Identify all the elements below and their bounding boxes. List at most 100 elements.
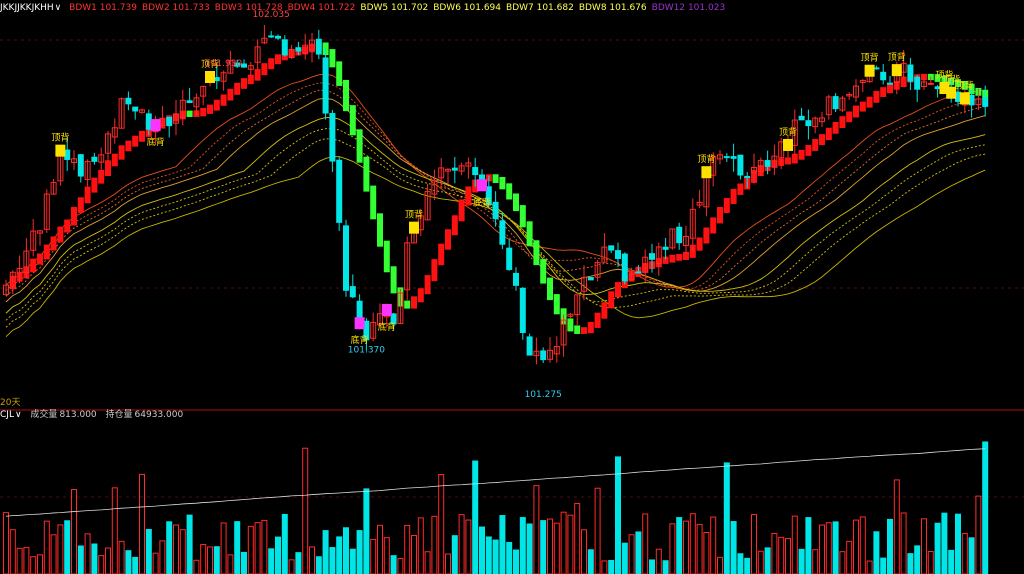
volume-bar (567, 514, 574, 574)
volume-bar (9, 529, 16, 574)
volume-bar (853, 519, 859, 574)
volume-bar (64, 520, 71, 574)
open-interest-line (5, 448, 986, 517)
volume-bar (621, 542, 628, 574)
candlestick-chart[interactable]: 顶背顶背顶背顶背顶背顶背 顶背顶背顶背顶背底背底背底背底背 102.035101.… (0, 0, 1024, 574)
candle-body (499, 220, 506, 245)
volume-bar (451, 535, 458, 574)
volume-bar (213, 546, 220, 574)
ribbon-segment (84, 186, 91, 204)
volume-bar (519, 517, 526, 574)
bottom-signal-label: 底背 (473, 196, 491, 208)
candle-body (281, 39, 288, 56)
volume-bar (275, 536, 281, 574)
volume-indicator-name[interactable]: CJL∨ (0, 410, 22, 420)
legend-item-bdw3: BDW3 101.728 (214, 3, 283, 13)
ribbon-segment (615, 282, 621, 298)
candle-body (798, 115, 805, 121)
volume-bar (424, 551, 431, 574)
volume-bar (683, 520, 689, 574)
volume-bar (145, 528, 152, 574)
volume-bar (662, 560, 669, 574)
ribbon-segment (451, 215, 458, 236)
ribbon-segment (268, 58, 275, 70)
volume-bar (540, 520, 547, 574)
volume-bar (91, 543, 98, 574)
ribbon-segment (98, 169, 105, 184)
top-signal-label: 顶背 (405, 209, 423, 221)
volume-bar (812, 549, 819, 574)
volume-bar (377, 524, 383, 574)
ribbon-segment (125, 140, 132, 152)
volume-bar (50, 534, 57, 574)
candle-body (349, 286, 356, 298)
ribbon-segment (349, 105, 356, 136)
ribbon-segment (234, 82, 241, 95)
ribbon-segment (377, 213, 383, 247)
volume-bar (472, 460, 479, 574)
ribbon-segment (880, 87, 887, 98)
ribbon-segment (30, 258, 37, 273)
ribbon-segment (411, 296, 417, 309)
volume-bar (349, 548, 356, 574)
candle-body (295, 47, 302, 52)
candle-body (145, 113, 152, 130)
candle-body (927, 82, 934, 85)
ribbon-segment (404, 300, 411, 309)
top-signal-box (946, 86, 957, 99)
legend-item-bdw5: BDW5 101.702 (360, 3, 429, 13)
ribbon-segment (676, 254, 683, 261)
volume-bar (71, 489, 77, 574)
ribbon-segment (553, 294, 560, 315)
legend-item-bdw1: BDW1 101.739 (69, 3, 137, 13)
ribbon-segment (390, 266, 397, 294)
volume-bar (343, 527, 349, 574)
volume-bar (118, 540, 125, 574)
volume-bar (438, 474, 445, 574)
ribbon-segment (207, 104, 213, 114)
ribbon-segment (506, 183, 513, 200)
top-signal-box (205, 70, 215, 83)
legend-item-bdw2: BDW2 101.733 (141, 3, 210, 13)
volume-bar (506, 541, 513, 574)
ribbon-segment (213, 99, 220, 111)
ribbon-segment (513, 193, 519, 212)
volume-bar (581, 529, 587, 574)
chevron-down-icon[interactable]: ∨ (15, 410, 22, 420)
volume-bar (499, 515, 506, 574)
volume-bar (710, 516, 717, 574)
volume-bar (37, 554, 43, 574)
volume-bar (281, 513, 288, 574)
ribbon-segment (730, 188, 737, 205)
volume-bar (655, 548, 662, 574)
ribbon-segment (696, 237, 703, 251)
volume-bar (295, 552, 302, 574)
ribbon-segment (717, 206, 723, 224)
volume-bar (921, 518, 927, 574)
candle-body (64, 149, 71, 160)
indicator-name[interactable]: JKKJJKKJKHH∨ (0, 3, 61, 13)
ribbon-segment (200, 107, 207, 117)
ma-band-line (5, 156, 986, 337)
volume-bar (615, 456, 621, 574)
ribbon-segment (329, 49, 336, 68)
top-signal-box (783, 138, 793, 151)
volume-bar (268, 548, 275, 574)
ma-band-line (5, 82, 986, 292)
top-signal-box (891, 64, 902, 77)
ribbon-segment (499, 176, 506, 190)
chevron-down-icon[interactable]: ∨ (55, 3, 62, 13)
volume-bar (254, 522, 261, 574)
high-price-label: 101.930 (205, 59, 242, 69)
volume-bar (982, 441, 989, 574)
low-price-label: 101.370 (348, 345, 385, 355)
ribbon-segment (846, 111, 853, 123)
candle-body (213, 77, 220, 82)
volume-bar (193, 559, 200, 574)
ribbon-segment (43, 244, 50, 260)
volume-bar (914, 545, 921, 574)
ribbon-segment (139, 130, 145, 142)
ribbon-segment (710, 217, 717, 234)
top-signal-box (409, 221, 419, 234)
volume-bar (411, 534, 417, 574)
